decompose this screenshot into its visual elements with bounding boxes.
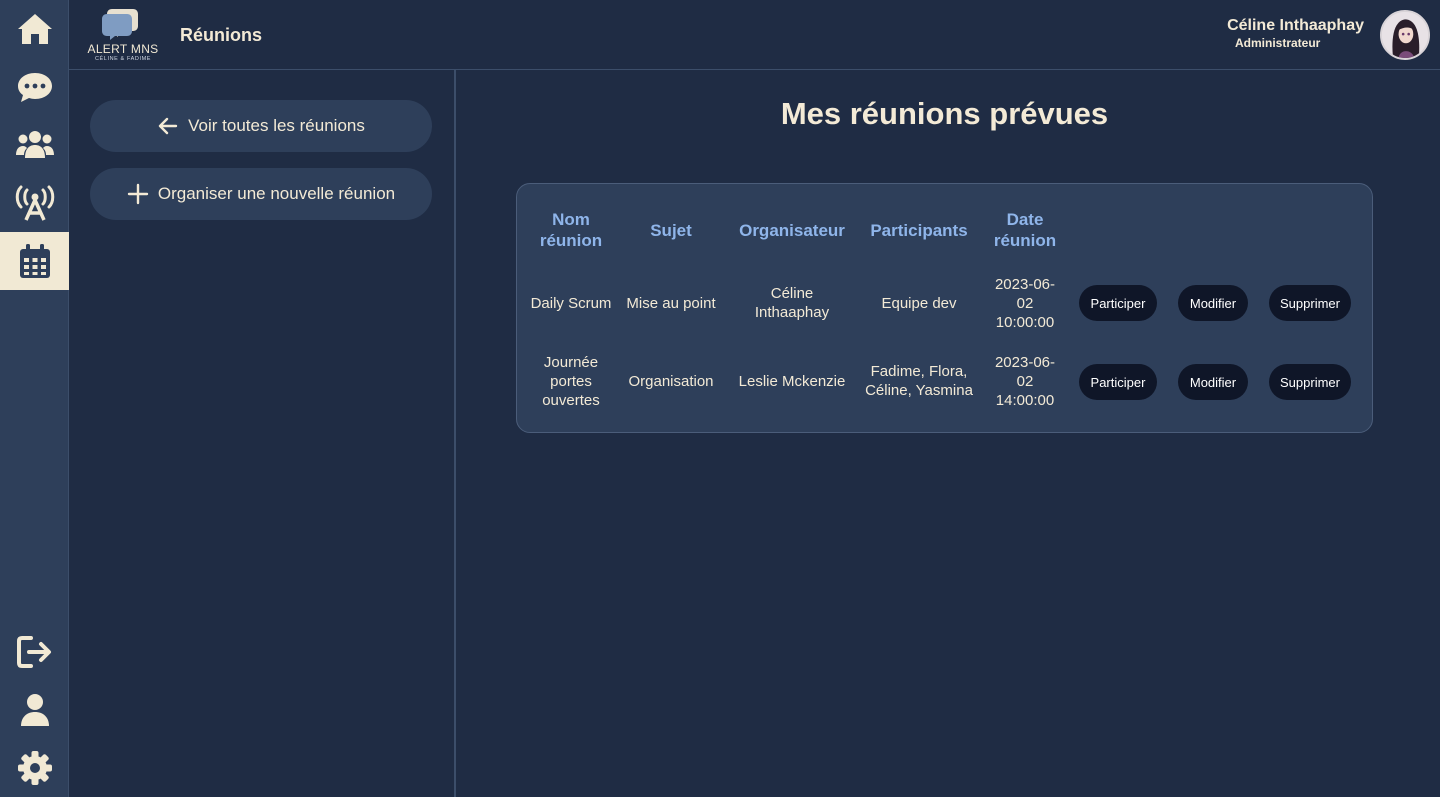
nav-home[interactable] bbox=[0, 0, 69, 58]
nav-alerts[interactable] bbox=[0, 174, 69, 232]
main-title: Mes réunions prévues bbox=[780, 96, 1109, 131]
table-row-2-organizer: Leslie Mckenzie bbox=[738, 372, 846, 390]
plus-icon bbox=[127, 183, 149, 205]
table-row-1-organizer: Céline Inthaaphay bbox=[754, 285, 830, 321]
view-all-meetings-button[interactable]: Voir toutes les réunions bbox=[90, 100, 432, 152]
logo-subtext: CÉLINE & FADIME bbox=[94, 56, 152, 62]
nav-logout[interactable] bbox=[0, 623, 69, 681]
user-role: Administrateur bbox=[1235, 36, 1321, 50]
logo-text: ALERT MNS bbox=[87, 42, 159, 56]
meetings-table: Nom réunion Sujet Organisateur Participa… bbox=[516, 183, 1373, 433]
gear-icon bbox=[17, 751, 52, 785]
new-meeting-label: Organiser une nouvelle réunion bbox=[157, 184, 396, 203]
avatar-portrait-icon bbox=[1382, 12, 1428, 58]
logout-icon bbox=[16, 636, 51, 668]
meetings-side-panel: Voir toutes les réunions Organiser une n… bbox=[69, 70, 456, 797]
page-title: Réunions bbox=[180, 25, 263, 45]
table-row-2-participants: Fadime, Flora, Céline, Yasmina bbox=[865, 363, 973, 399]
table-row-1-date: 2023-06-02 10:00:00 bbox=[994, 275, 1056, 331]
user-name: Céline Inthaaphay bbox=[1227, 17, 1364, 34]
broadcast-icon bbox=[15, 185, 54, 221]
chat-icon bbox=[17, 73, 52, 102]
user-icon bbox=[20, 694, 49, 726]
nav-groups[interactable] bbox=[0, 116, 69, 174]
participate-button[interactable]: Participer bbox=[1079, 285, 1157, 321]
table-row-1-subject: Mise au point bbox=[626, 294, 716, 312]
view-all-meetings-label: Voir toutes les réunions bbox=[188, 116, 365, 135]
nav-profile[interactable] bbox=[0, 681, 69, 739]
delete-button[interactable]: Supprimer bbox=[1269, 364, 1351, 400]
nav-settings[interactable] bbox=[0, 739, 69, 797]
arrow-left-icon bbox=[157, 115, 179, 137]
new-meeting-button[interactable]: Organiser une nouvelle réunion bbox=[90, 168, 432, 220]
home-icon bbox=[17, 14, 52, 44]
table-row-2-name: Journée portes ouvertes bbox=[542, 353, 600, 409]
edit-button[interactable]: Modifier bbox=[1178, 364, 1248, 400]
app-logo[interactable]: ALERT MNS CÉLINE & FADIME bbox=[85, 6, 161, 64]
table-row-1-name: Daily Scrum bbox=[530, 294, 612, 312]
participate-button[interactable]: Participer bbox=[1079, 364, 1157, 400]
table-row-1-participants: Equipe dev bbox=[881, 294, 957, 312]
calendar-icon bbox=[19, 244, 50, 278]
chat-bubbles-logo-icon bbox=[102, 9, 138, 40]
delete-button[interactable]: Supprimer bbox=[1269, 285, 1351, 321]
nav-messages[interactable] bbox=[0, 58, 69, 116]
nav-rail bbox=[0, 0, 69, 797]
column-header-organizer: Organisateur bbox=[739, 220, 845, 240]
column-header-subject: Sujet bbox=[650, 220, 692, 240]
avatar[interactable] bbox=[1380, 10, 1430, 60]
table-row-2-subject: Organisation bbox=[628, 372, 714, 390]
edit-button[interactable]: Modifier bbox=[1178, 285, 1248, 321]
top-header: ALERT MNS CÉLINE & FADIME Réunions Célin… bbox=[69, 0, 1440, 70]
table-row-2-date: 2023-06-02 14:00:00 bbox=[994, 353, 1056, 409]
nav-meetings[interactable] bbox=[0, 232, 69, 290]
column-header-participants: Participants bbox=[870, 220, 968, 240]
column-header-date: Date réunion bbox=[993, 210, 1057, 250]
column-header-name: Nom réunion bbox=[539, 210, 603, 250]
users-icon bbox=[15, 131, 54, 158]
